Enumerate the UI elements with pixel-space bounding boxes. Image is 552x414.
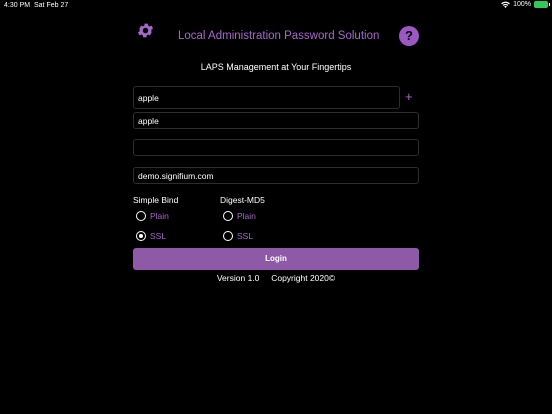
add-button[interactable]: +: [405, 89, 413, 105]
digest-md5-ssl-radio[interactable]: SSL: [223, 231, 253, 241]
username-field[interactable]: [133, 112, 419, 129]
password-field[interactable]: [133, 139, 419, 156]
login-button[interactable]: Login: [133, 248, 419, 270]
copyright-text: Copyright 2020©: [271, 273, 336, 283]
simple-bind-label: Simple Bind: [133, 195, 179, 205]
simple-bind-plain-radio[interactable]: Plain: [136, 211, 169, 221]
status-bar: 4:30 PM Sat Feb 27 100%: [0, 0, 552, 12]
footer: Version 1.0 Copyright 2020©: [0, 273, 552, 283]
status-time: 4:30 PM: [4, 2, 31, 9]
digest-md5-plain-label: Plain: [237, 211, 256, 221]
radio-circle-icon: [223, 211, 233, 221]
status-right: 100%: [501, 1, 550, 8]
digest-md5-plain-radio[interactable]: Plain: [223, 211, 256, 221]
page-subtitle: LAPS Management at Your Fingertips: [200, 62, 352, 72]
radio-selected-icon: [136, 231, 146, 241]
version-text: Version 1.0: [216, 273, 260, 283]
radio-circle-icon: [223, 231, 233, 241]
radio-circle-icon: [136, 211, 146, 221]
battery-icon: [534, 1, 550, 8]
simple-bind-ssl-radio[interactable]: SSL: [136, 231, 166, 241]
status-date: Sat Feb 27: [34, 2, 69, 9]
settings-gear-icon[interactable]: [136, 21, 155, 40]
simple-bind-ssl-label: SSL: [150, 231, 167, 241]
wifi-icon: [501, 1, 510, 8]
computer-name-field[interactable]: [133, 86, 400, 109]
simple-bind-plain-label: Plain: [150, 211, 169, 221]
digest-md5-ssl-label: SSL: [237, 231, 254, 241]
battery-percent: 100%: [513, 1, 531, 8]
app-title: Local Administration Password Solution: [178, 30, 380, 42]
digest-md5-label: Digest-MD5: [220, 195, 265, 205]
help-button[interactable]: ?: [399, 26, 419, 46]
server-field[interactable]: [133, 167, 419, 184]
